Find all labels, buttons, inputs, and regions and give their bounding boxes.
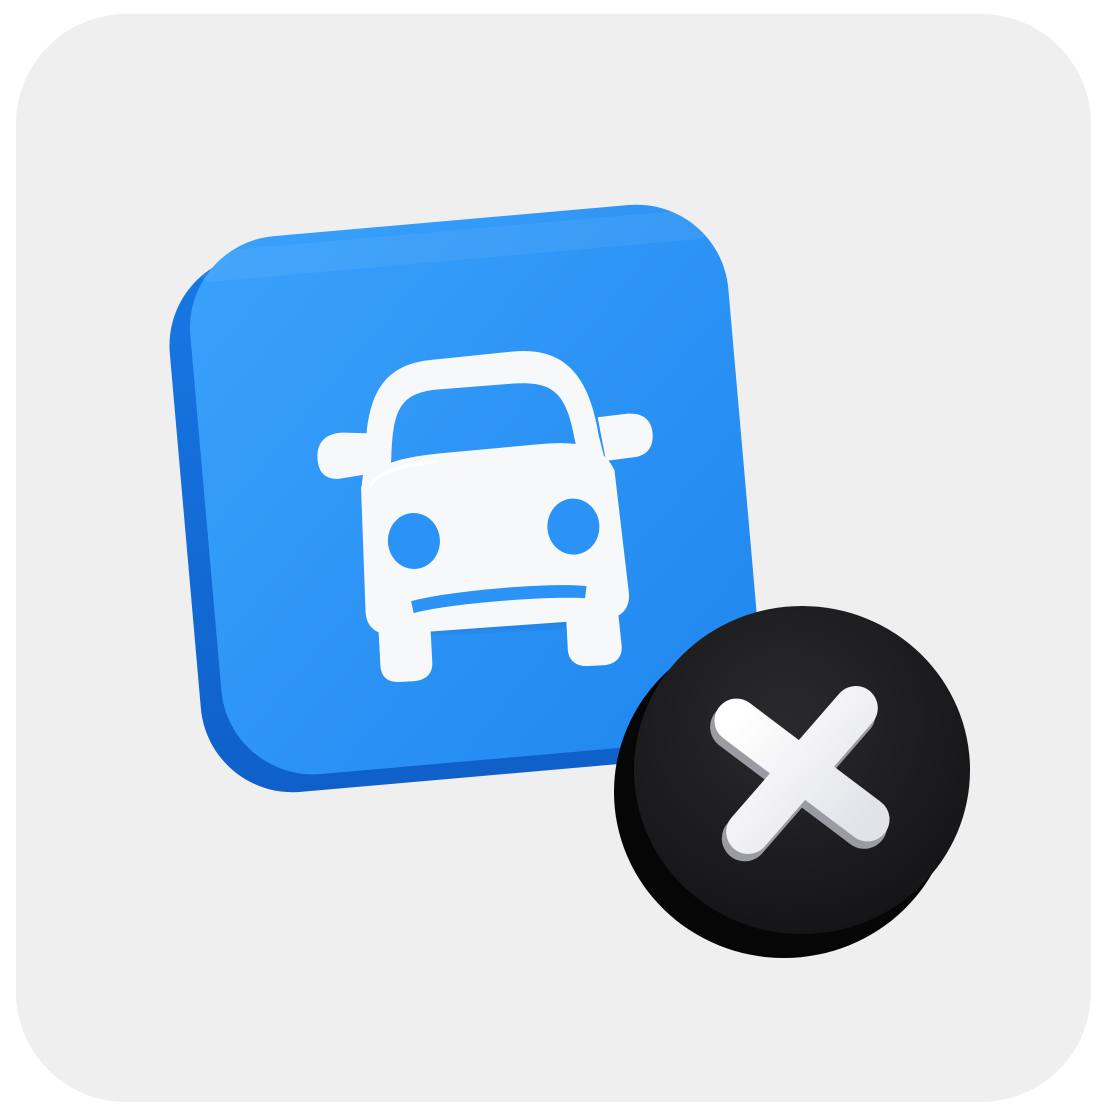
illustration-canvas (0, 0, 1107, 1114)
close-badge[interactable] (588, 574, 1008, 984)
